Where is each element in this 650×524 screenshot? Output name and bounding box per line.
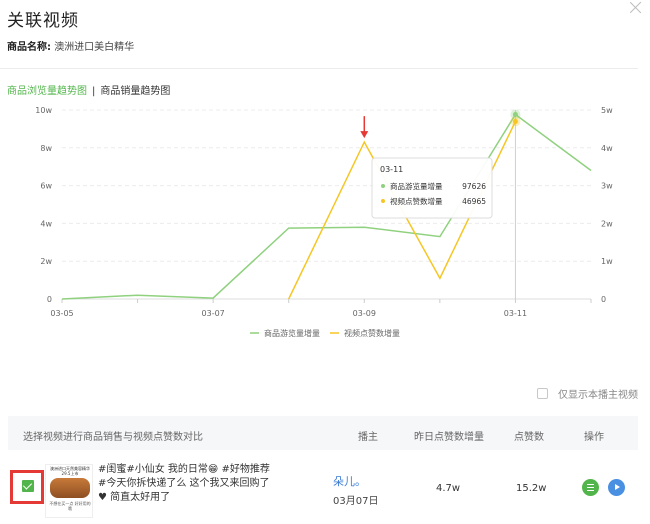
likes-yesterday-value: 4.7w — [436, 483, 461, 494]
trend-chart: 0 0 2w 1w 4w 2w 6w 3w 8w 4w 10w 5w 03-05 03-07 03-09 03… — [35, 106, 613, 338]
host-cell: 朵儿。 03月07日 — [333, 473, 413, 507]
y-left-tick-label: 0 — [47, 295, 52, 304]
y-right-tick-label: 2w — [601, 219, 613, 228]
product-name: 澳洲进口美白精华 — [54, 42, 135, 53]
x-tick-label: 03-07 — [202, 309, 225, 318]
only-host-label: 仅显示本播主视频 — [558, 390, 638, 401]
likes-value: 15.2w — [516, 483, 547, 494]
tooltip-label: 商品游览量增量 — [390, 181, 443, 191]
only-host-filter[interactable]: 仅显示本播主视频 — [537, 386, 638, 401]
tooltip-label: 视频点赞数增量 — [390, 196, 443, 206]
chart-tabs: 商品浏览量趋势图 | 商品销量趋势图 — [7, 82, 170, 97]
host-date: 03月07日 — [333, 496, 379, 507]
product-label: 商品名称: — [7, 42, 51, 53]
tooltip-date: 03-11 — [380, 165, 403, 174]
only-host-checkbox[interactable] — [537, 388, 548, 399]
product-info: 商品名称: 澳洲进口美白精华 — [7, 38, 134, 53]
x-tick-label: 03-05 — [50, 309, 73, 318]
selection-highlight — [10, 470, 44, 504]
divider — [0, 68, 638, 69]
video-thumbnail[interactable]: 澳洲进口天然美容精华 29.5上市 不想在买一点 好好用的哦 — [45, 464, 93, 518]
header-likes-yesterday: 昨日点赞数增量 — [414, 432, 484, 443]
play-icon[interactable] — [608, 479, 625, 496]
y-left-tick-label: 4w — [40, 219, 52, 228]
table-row: 澳洲进口天然美容精华 29.5上市 不想在买一点 好好用的哦 #闺蜜#小仙女 我… — [8, 452, 638, 524]
hover-point — [512, 118, 518, 124]
thumb-image — [50, 478, 90, 498]
close-icon[interactable] — [628, 0, 644, 16]
legend-label: 商品游览量增量 — [264, 328, 320, 338]
y-left-tick-label: 6w — [40, 182, 52, 191]
table-header: 选择视频进行商品销售与视频点赞数对比 播主 昨日点赞数增量 点赞数 操作 — [8, 416, 638, 450]
x-tick-label: 03-11 — [504, 309, 527, 318]
header-likes: 点赞数 — [514, 432, 544, 443]
tooltip-dot — [381, 199, 385, 203]
header-ops: 操作 — [584, 432, 604, 443]
y-right-tick-label: 0 — [601, 295, 606, 304]
video-description: #闺蜜#小仙女 我的日常😁 #好物推荐 #今天你拆快递了么 这个我又来回购了♥ … — [98, 464, 270, 503]
hover-point — [512, 111, 518, 117]
y-right-tick-label: 1w — [601, 257, 613, 266]
header-host: 播主 — [358, 432, 378, 443]
row-checkbox[interactable] — [22, 480, 34, 492]
series-line — [61, 113, 592, 300]
marker-arrow-head — [360, 131, 369, 139]
y-left-tick-label: 10w — [35, 106, 52, 115]
x-tick-label: 03-09 — [353, 309, 376, 318]
legend-label: 视频点赞数增量 — [344, 328, 400, 338]
header-video: 选择视频进行商品销售与视频点赞数对比 — [23, 432, 203, 443]
y-left-tick-label: 2w — [40, 257, 52, 266]
y-right-tick-label: 4w — [601, 144, 613, 153]
dialog-title: 关联视频 — [7, 11, 79, 31]
detail-list-icon[interactable] — [582, 479, 599, 496]
tooltip-value: 97626 — [462, 182, 486, 191]
tooltip-dot — [381, 184, 385, 188]
tooltip-value: 46965 — [462, 197, 486, 206]
thumb-caption-top: 澳洲进口天然美容精华 29.5上市 — [50, 466, 90, 476]
thumb-caption-bottom: 不想在买一点 好好用的哦 — [49, 501, 91, 511]
y-right-tick-label: 3w — [601, 182, 613, 191]
host-name-link[interactable]: 朵儿。 — [333, 475, 366, 488]
y-right-tick-label: 5w — [601, 106, 613, 115]
y-left-tick-label: 8w — [40, 144, 52, 153]
